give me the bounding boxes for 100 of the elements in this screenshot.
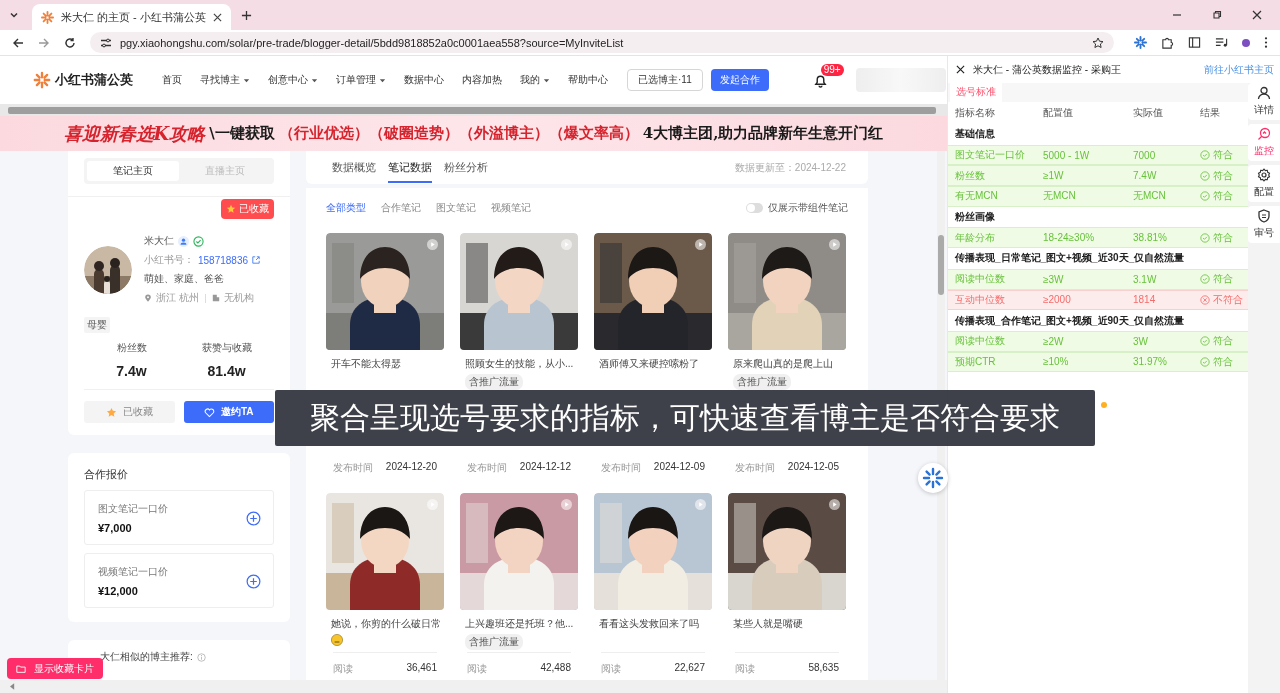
address-field[interactable]: pgy.xiaohongshu.com/solar/pre-trade/blogger-detail/5bdd9818852a0c0001aea558?source=MyInviteList: [90, 32, 1114, 53]
logo-text[interactable]: 小红书蒲公英: [55, 71, 133, 89]
caret-icon[interactable]: [543, 76, 550, 84]
column-header: 配置值: [1043, 106, 1074, 120]
check-circle-icon: [1200, 191, 1210, 202]
back-icon[interactable]: [12, 36, 24, 49]
media-icon[interactable]: [1215, 36, 1228, 49]
floating-logo-icon[interactable]: [918, 463, 948, 493]
id-link[interactable]: 158718836: [198, 254, 249, 266]
date-label: 发布时间: [467, 461, 507, 475]
invite-button[interactable]: 邀约TA: [183, 401, 274, 423]
config-cell-text: ≥1W: [1043, 170, 1065, 182]
play-icon[interactable]: [829, 499, 840, 510]
close-icon[interactable]: [1252, 10, 1262, 20]
price-value: ¥7,000: [98, 522, 133, 534]
data-tab[interactable]: 笔记数据: [388, 152, 432, 183]
promo-banner[interactable]: 喜迎新春选K攻略 \一键获取 （行业优选）（破圈造势）（外溢博主）（爆文率高） 4大博主团,助力品牌新年生意开门红: [0, 116, 947, 151]
check-circle-icon: [1200, 356, 1210, 367]
star-icon: [226, 204, 236, 214]
price-value: ¥12,000: [98, 585, 139, 597]
nav-link[interactable]: 我的: [511, 73, 559, 87]
menu-icon[interactable]: [1264, 36, 1268, 49]
verified-icon: [193, 235, 204, 247]
profile-icon[interactable]: [1242, 38, 1250, 47]
bookmark-star-icon[interactable]: [1092, 36, 1104, 49]
publish-date: 2024-12-09: [653, 461, 705, 474]
nav-link[interactable]: 订单管理: [327, 73, 395, 87]
category-tag: 母婴: [84, 317, 110, 333]
caption-overlay: 聚合呈现选号要求的指标，可快速查看博主是否符合要求: [275, 390, 1095, 446]
browser-tab[interactable]: 米大仁 的主页 - 小红书蒲公英: [32, 4, 231, 30]
nav-link[interactable]: 内容加热: [453, 73, 511, 87]
stat-value: 81.4w: [207, 363, 246, 379]
result-text: 符合: [1213, 272, 1233, 287]
column-header: 实际值: [1133, 106, 1164, 120]
puzzle-icon[interactable]: [1161, 36, 1174, 49]
result-text: 符合: [1213, 334, 1233, 349]
sidebar-icon[interactable]: [1188, 36, 1201, 49]
restore-icon[interactable]: [1212, 10, 1222, 20]
rail-tab[interactable]: 详情: [1248, 83, 1280, 120]
homepage-link[interactable]: 前往小红书主页: [1204, 62, 1274, 77]
nav-link[interactable]: 帮助中心: [559, 73, 617, 87]
nav-link[interactable]: 首页: [153, 73, 191, 87]
rail-tab[interactable]: 配置: [1248, 165, 1280, 202]
scrollbar-thumb[interactable]: [938, 235, 944, 295]
extension-icon[interactable]: [1134, 36, 1147, 49]
show-favorites-button[interactable]: 显示收藏卡片: [7, 658, 103, 679]
external-link-icon[interactable]: [252, 256, 261, 264]
caret-icon[interactable]: [379, 76, 386, 84]
nav-link[interactable]: 数据中心: [395, 73, 453, 87]
add-icon[interactable]: [246, 510, 261, 526]
actual-cell-text: 38.81%: [1133, 232, 1168, 244]
scrollbar-thumb[interactable]: [8, 107, 936, 114]
stat-label: 粉丝数: [116, 341, 147, 355]
result-text: 符合: [1213, 168, 1233, 183]
selected-bloggers-button[interactable]: 已选博主·11: [627, 69, 703, 91]
caret-icon[interactable]: [243, 76, 250, 84]
play-icon[interactable]: [829, 239, 840, 250]
note-title: 上兴趣班还是托班？他...: [465, 617, 574, 631]
note-title: 开车不能太得瑟: [331, 357, 401, 371]
nav-link[interactable]: 创意中心: [259, 73, 327, 87]
add-icon[interactable]: [246, 573, 261, 589]
filter-option[interactable]: 视频笔记: [491, 201, 531, 215]
filter-option[interactable]: 图文笔记: [436, 201, 476, 215]
reload-icon[interactable]: [64, 36, 76, 49]
result-text: 符合: [1213, 148, 1233, 163]
start-cooperation-button[interactable]: 发起合作: [710, 69, 769, 91]
rail-tab[interactable]: 监控: [1248, 124, 1280, 161]
result-text: 符合: [1213, 189, 1233, 204]
publish-date: 2024-12-05: [787, 461, 839, 474]
location-pin-icon: [144, 294, 152, 302]
filter-option[interactable]: 全部类型: [326, 201, 366, 215]
person-icon: [178, 235, 189, 247]
caret-icon[interactable]: [311, 76, 318, 84]
page-tab[interactable]: 笔记主页: [87, 161, 179, 181]
metric-cell-text: 预期CTR: [955, 354, 997, 369]
rail-tab[interactable]: 审号: [1248, 206, 1280, 243]
new-tab-icon[interactable]: [240, 9, 252, 21]
actual-cell-text: 3W: [1133, 335, 1149, 347]
scroll-left-icon[interactable]: [10, 683, 15, 690]
data-tab[interactable]: 数据概览: [332, 152, 376, 183]
toggle-switch[interactable]: [746, 203, 763, 213]
actual-cell-text: 无MCN: [1133, 189, 1167, 204]
toggle-label: 仅展示带组件笔记: [768, 201, 848, 215]
play-icon[interactable]: [695, 239, 706, 250]
forward-icon[interactable]: [38, 36, 50, 49]
publish-date: 2024-12-20: [385, 461, 437, 474]
close-icon[interactable]: [212, 12, 222, 22]
actual-cell-text: 7.4W: [1133, 170, 1158, 182]
site-info-icon[interactable]: [100, 36, 112, 49]
data-tab[interactable]: 粉丝分析: [444, 152, 488, 183]
nav-link[interactable]: 寻找博主: [191, 73, 259, 87]
date-label: 发布时间: [601, 461, 641, 475]
date-label: 发布时间: [333, 461, 373, 475]
status-dot: [1101, 402, 1107, 408]
check-circle-icon: [1200, 232, 1210, 243]
filter-option[interactable]: 合作笔记: [381, 201, 421, 215]
logo-icon[interactable]: [33, 71, 51, 89]
banner-headline: 喜迎新春选K攻略: [63, 121, 206, 146]
promotion-tag: 含推广流量: [465, 374, 523, 390]
close-icon[interactable]: [956, 65, 965, 74]
